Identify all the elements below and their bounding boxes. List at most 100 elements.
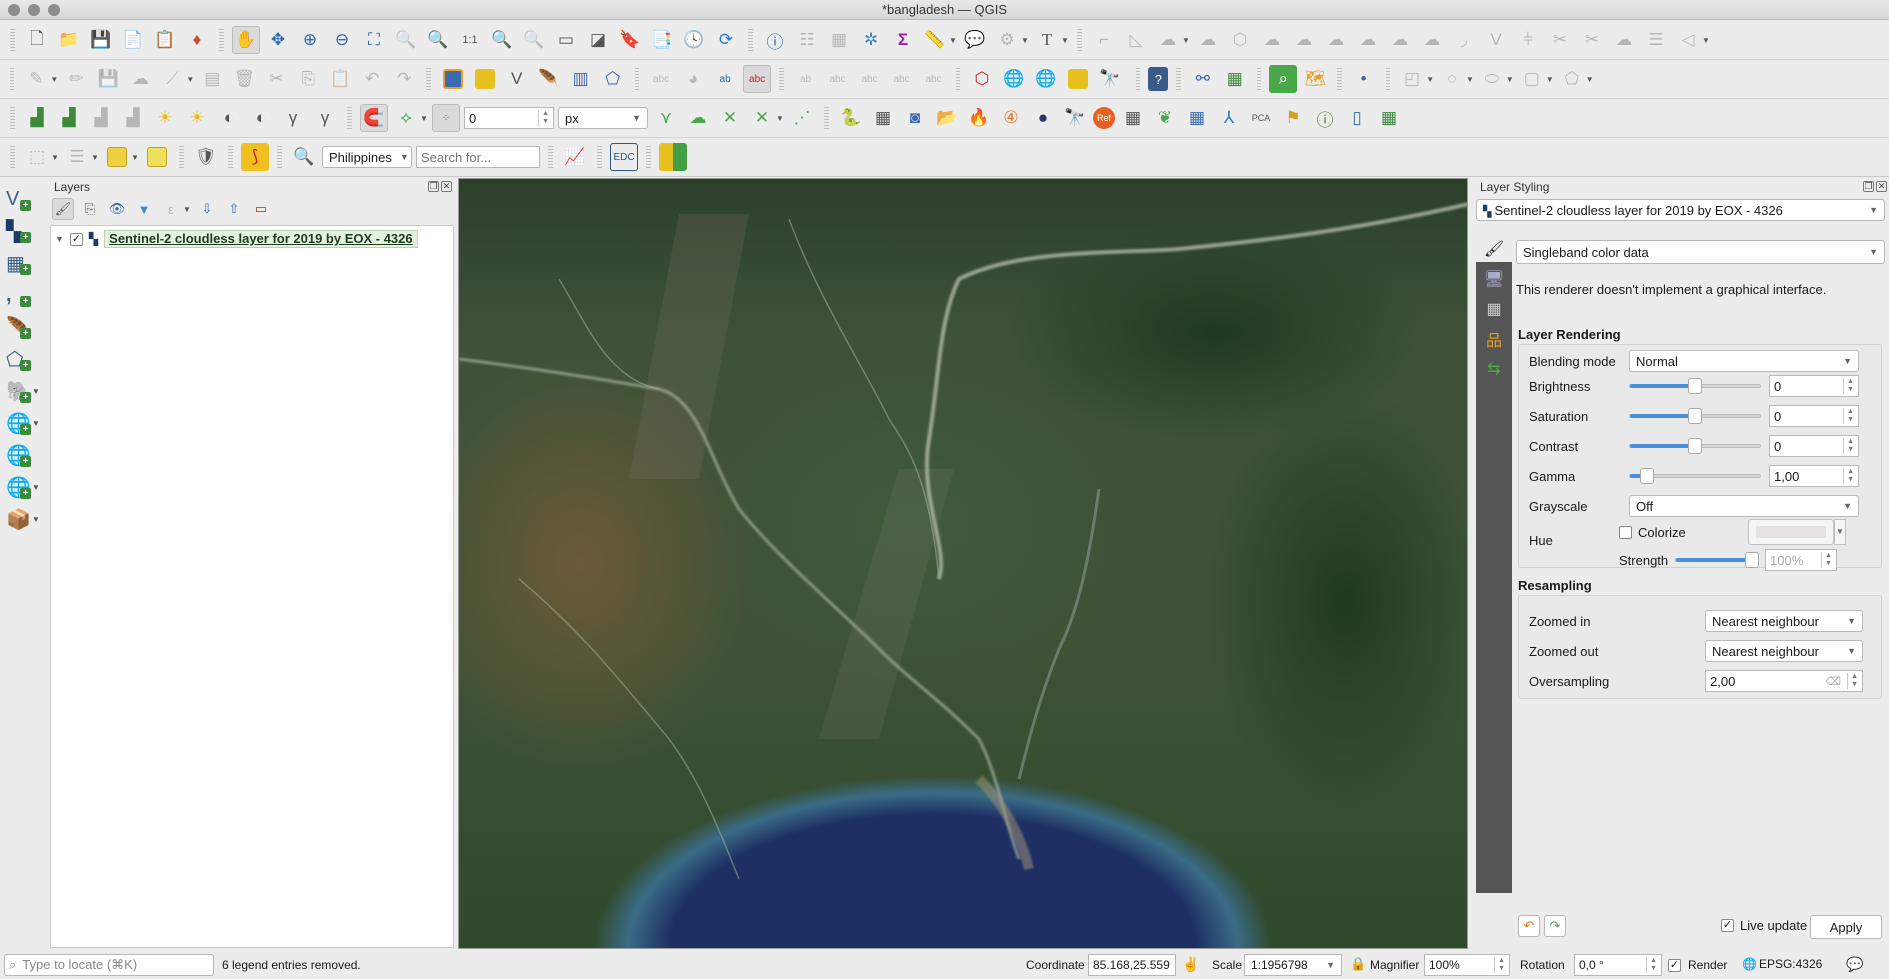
simplify-feature-icon[interactable]: ⬡: [1226, 26, 1254, 54]
snapping-type-icon[interactable]: ⁘: [432, 104, 460, 132]
new-shapefile-layer-icon[interactable]: [471, 65, 499, 93]
plugin-leaf-icon[interactable]: ❦: [1151, 104, 1179, 132]
toolbar-grip[interactable]: [219, 29, 224, 51]
field-calculator-sigma-icon[interactable]: Σ: [889, 26, 917, 54]
add-virtual-layer-button[interactable]: ⬠ +: [0, 343, 38, 375]
offset-point-symbols-icon[interactable]: ◁: [1674, 26, 1702, 54]
open-layer-styling-icon[interactable]: 🖌: [52, 198, 74, 220]
map-edit-icon[interactable]: 🗺: [1301, 65, 1329, 93]
delete-selected-icon[interactable]: 🗑: [230, 65, 258, 93]
select-features-icon[interactable]: ⬚: [23, 143, 51, 171]
zoom-window-button[interactable]: [48, 4, 60, 16]
python-console-icon[interactable]: 🐍: [837, 104, 865, 132]
add-ring-icon[interactable]: ☁: [1258, 26, 1286, 54]
tab-histogram[interactable]: ▦: [1476, 294, 1512, 324]
apply-button[interactable]: Apply: [1810, 915, 1882, 939]
slider-handle[interactable]: [1688, 378, 1702, 394]
cut-features-icon[interactable]: ✂: [262, 65, 290, 93]
split-features-icon[interactable]: ✂: [1546, 26, 1574, 54]
table-refresh-icon[interactable]: ▦: [1221, 65, 1249, 93]
tolerance-spinner[interactable]: ▲ ▼: [538, 110, 549, 126]
add-wcs-layer-button[interactable]: 🌐 +: [0, 439, 38, 471]
delete-part-icon[interactable]: ☁: [1386, 26, 1414, 54]
avoid-overlap-icon[interactable]: ✕: [716, 104, 744, 132]
shape-digitize-3-icon[interactable]: ⬭: [1478, 65, 1506, 93]
offset-dropdown-icon[interactable]: ▼: [1702, 36, 1710, 45]
add-part-icon[interactable]: ☁: [1290, 26, 1318, 54]
plugin-1-icon[interactable]: ▦: [869, 104, 897, 132]
new-virtual-layer-icon[interactable]: ▥: [567, 65, 595, 93]
copy-features-icon[interactable]: ⎘: [294, 65, 322, 93]
plugin-4-icon[interactable]: 🔥: [965, 104, 993, 132]
reshape-feature-icon[interactable]: ☁: [1418, 26, 1446, 54]
temporal-controller-icon[interactable]: 🕓: [680, 26, 708, 54]
add-mesh-layer-button[interactable]: ▦ +: [0, 247, 38, 279]
snapping-mode-icon[interactable]: ⟡: [392, 104, 420, 132]
snapping-unit-select[interactable]: px ▼: [558, 107, 648, 129]
toolbar-grip[interactable]: [1135, 68, 1141, 90]
decrease-brightness-icon[interactable]: ☀: [183, 104, 211, 132]
decrease-contrast-icon[interactable]: ◐: [247, 104, 275, 132]
route-plugin-icon[interactable]: ⟆: [241, 143, 269, 171]
spinner-arrows[interactable]: ▲ ▼: [1843, 468, 1854, 484]
profile-chart-icon[interactable]: 📈: [561, 143, 589, 171]
toolbar-grip[interactable]: [597, 146, 602, 168]
save-project-icon[interactable]: 💾: [87, 26, 115, 54]
delete-ring-icon[interactable]: ☁: [1354, 26, 1382, 54]
toolbar-grip[interactable]: [634, 68, 640, 90]
zoom-last-icon[interactable]: 🔍: [488, 26, 516, 54]
live-update-checkbox[interactable]: ✓: [1721, 919, 1734, 932]
tab-history[interactable]: ⇆: [1476, 354, 1512, 384]
slider-handle[interactable]: [1688, 438, 1702, 454]
add-wms-layer-icon[interactable]: 🌐: [1000, 65, 1028, 93]
decrease-gamma-icon[interactable]: γ: [311, 104, 339, 132]
shape-digitize-2-icon[interactable]: ○: [1438, 65, 1466, 93]
toolbar-grip[interactable]: [10, 29, 15, 51]
manage-map-themes-eye-icon[interactable]: 👁: [106, 198, 128, 220]
toggle-editing-pencil-icon[interactable]: ✏: [62, 65, 90, 93]
zoom-to-selection-icon[interactable]: 🔍: [392, 26, 420, 54]
plugin-ref-icon[interactable]: Ref: [1093, 107, 1115, 129]
shape-dropdown-3-icon[interactable]: ▼: [1506, 75, 1514, 84]
toolbar-grip[interactable]: [347, 107, 352, 129]
expand-arrow-icon[interactable]: ▼: [55, 234, 64, 244]
gamma-slider[interactable]: [1629, 468, 1761, 484]
vertex-dropdown-icon[interactable]: ▼: [186, 75, 194, 84]
merge-features-icon[interactable]: ✂: [1578, 26, 1606, 54]
plugin-info-icon[interactable]: ⓘ: [1311, 104, 1339, 132]
change-label-icon[interactable]: abc: [888, 65, 916, 93]
shape-dropdown-2-icon[interactable]: ▼: [1466, 75, 1474, 84]
redo-icon[interactable]: ↷: [390, 65, 418, 93]
geocoder-search-input[interactable]: [416, 146, 540, 168]
layer-visibility-checkbox[interactable]: ✓: [69, 232, 83, 246]
new-bookmark-icon[interactable]: 🔖: [616, 26, 644, 54]
add-feature-icon[interactable]: ☁: [126, 65, 154, 93]
redo-style-button[interactable]: ↷: [1544, 915, 1566, 937]
shape-dropdown-5-icon[interactable]: ▼: [1586, 75, 1594, 84]
add-postgis-layer-button[interactable]: 🐘 + ▼: [0, 375, 40, 407]
add-raster-layer-button[interactable]: ▚ +: [0, 215, 38, 247]
identify-features-icon[interactable]: ⓘ: [761, 26, 789, 54]
toolbar-grip[interactable]: [1256, 68, 1262, 90]
toolbar-grip[interactable]: [824, 107, 829, 129]
digitize-curve-icon[interactable]: ⌐: [1090, 26, 1118, 54]
chevron-down-icon[interactable]: ▼: [32, 515, 40, 524]
toolbar-grip[interactable]: [646, 146, 651, 168]
increase-gamma-icon[interactable]: γ: [279, 104, 307, 132]
render-checkbox[interactable]: ✓: [1668, 959, 1681, 972]
toolbar-grip[interactable]: [10, 146, 15, 168]
colorize-color-button[interactable]: [1748, 519, 1834, 545]
tab-transparency[interactable]: 🖥: [1476, 264, 1512, 294]
snapping-options-icon[interactable]: ✕: [748, 104, 776, 132]
saturation-slider[interactable]: [1629, 408, 1761, 424]
pan-map-icon[interactable]: ✋: [232, 26, 260, 54]
plugin-python-icon[interactable]: [1064, 65, 1092, 93]
toolbar-grip[interactable]: [10, 68, 15, 90]
geocoding-point-icon[interactable]: •: [1350, 65, 1378, 93]
plugin-network-icon[interactable]: ⅄: [1215, 104, 1243, 132]
increase-contrast-icon[interactable]: ◐: [215, 104, 243, 132]
close-window-button[interactable]: [8, 4, 20, 16]
locator-search-input[interactable]: ⌕ Type to locate (⌘K): [4, 954, 214, 976]
magnifier-spinbox[interactable]: 100% ▲ ▼: [1424, 954, 1510, 976]
geocoder-country-select[interactable]: Philippines ▼: [322, 146, 412, 168]
